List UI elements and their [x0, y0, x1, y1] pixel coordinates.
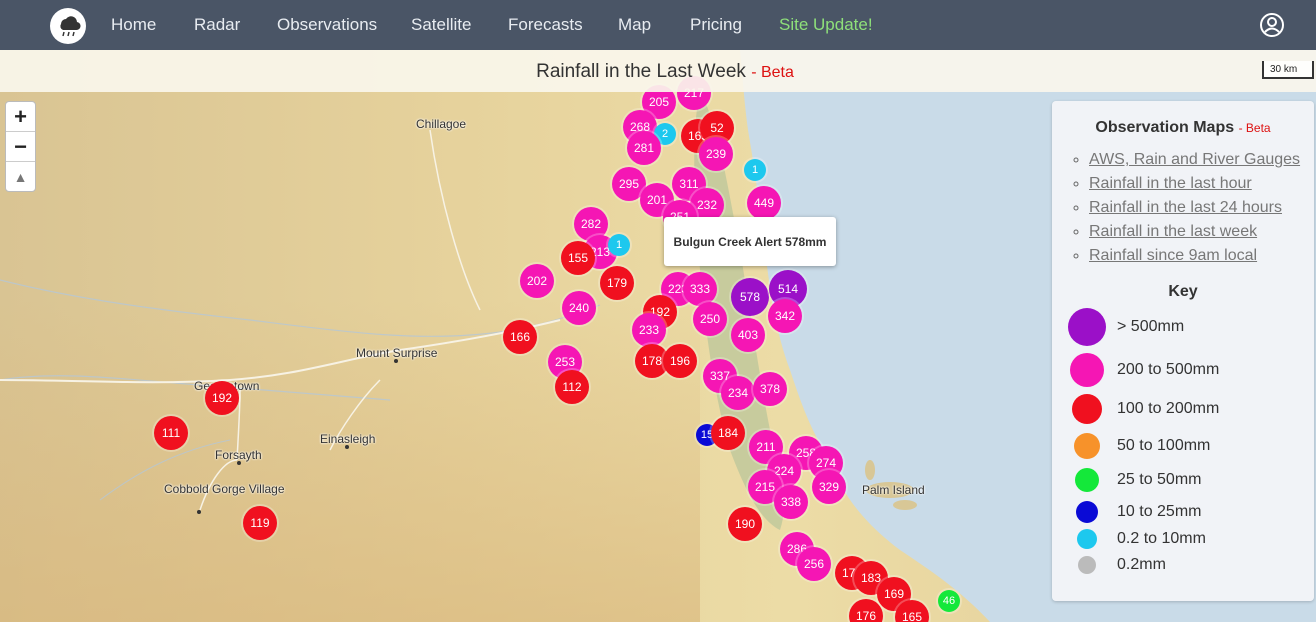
- key-label: 25 to 50mm: [1117, 471, 1202, 488]
- observation-link-item: Rainfall since 9am local: [1089, 247, 1300, 271]
- key-label: > 500mm: [1117, 318, 1185, 335]
- key-row: > 500mm: [1052, 308, 1314, 346]
- place-dot: [237, 461, 241, 465]
- key-row: 0.2mm: [1052, 555, 1314, 575]
- rainfall-marker[interactable]: 46: [938, 590, 960, 612]
- rainfall-marker[interactable]: 578: [731, 278, 769, 316]
- rainfall-marker[interactable]: 378: [753, 372, 787, 406]
- observation-map-link[interactable]: Rainfall since 9am local: [1089, 247, 1257, 264]
- nav-observations[interactable]: Observations: [277, 15, 377, 35]
- reset-north-button[interactable]: ▲: [6, 162, 35, 191]
- key-row: 25 to 50mm: [1052, 468, 1314, 492]
- place-label-palm-island: Palm Island: [862, 483, 925, 497]
- rainfall-marker[interactable]: 119: [243, 506, 277, 540]
- site-logo-icon[interactable]: [50, 8, 86, 44]
- key-swatch: [1078, 556, 1096, 574]
- key-title: Key: [1168, 283, 1198, 300]
- top-nav: Home Radar Observations Satellite Forecasts M…: [0, 0, 1316, 50]
- place-label-forsayth: Forsayth: [215, 448, 262, 462]
- observation-link-item: Rainfall in the last 24 hours: [1089, 199, 1300, 223]
- rainfall-marker[interactable]: 239: [699, 137, 733, 171]
- key-swatch: [1075, 468, 1099, 492]
- panel-title: Observation Maps - Beta: [1095, 119, 1271, 136]
- observation-map-link[interactable]: Rainfall in the last 24 hours: [1089, 199, 1282, 216]
- place-label-einasleigh: Einasleigh: [320, 432, 376, 446]
- rainfall-marker[interactable]: 233: [632, 313, 666, 347]
- key-label: 50 to 100mm: [1117, 437, 1211, 454]
- key-row: 50 to 100mm: [1052, 433, 1314, 459]
- rainfall-marker[interactable]: 179: [600, 266, 634, 300]
- key-label: 200 to 500mm: [1117, 361, 1220, 378]
- key-row: 200 to 500mm: [1052, 353, 1314, 387]
- title-beta-label: - Beta: [751, 64, 794, 81]
- place-label-cobbold-gorge-village: Cobbold Gorge Village: [164, 482, 285, 496]
- key-swatch: [1074, 433, 1100, 459]
- page-title-text: Rainfall in the Last Week: [536, 61, 746, 82]
- rainfall-marker[interactable]: 1: [744, 159, 766, 181]
- observation-link-item: AWS, Rain and River Gauges: [1089, 151, 1300, 175]
- key-swatch: [1072, 394, 1102, 424]
- place-dot: [345, 445, 349, 449]
- observation-map-link[interactable]: Rainfall in the last hour: [1089, 175, 1252, 192]
- key-row: 100 to 200mm: [1052, 394, 1314, 424]
- rainfall-marker[interactable]: 155: [561, 241, 595, 275]
- zoom-in-button[interactable]: +: [6, 102, 35, 132]
- rainfall-marker[interactable]: 338: [774, 485, 808, 519]
- zoom-control: + − ▲: [5, 101, 36, 192]
- observation-map-link[interactable]: AWS, Rain and River Gauges: [1089, 151, 1300, 168]
- rainfall-marker[interactable]: 449: [747, 186, 781, 220]
- key-swatch: [1068, 308, 1106, 346]
- rainfall-marker[interactable]: 166: [503, 320, 537, 354]
- marker-tooltip: Bulgun Creek Alert 578mm: [664, 217, 836, 266]
- key-label: 10 to 25mm: [1117, 503, 1202, 520]
- rainfall-marker[interactable]: 342: [768, 299, 802, 333]
- place-dot: [197, 510, 201, 514]
- rainfall-marker[interactable]: 190: [728, 507, 762, 541]
- rainfall-marker[interactable]: 1: [608, 234, 630, 256]
- rainfall-marker[interactable]: 250: [693, 302, 727, 336]
- place-label-chillagoe: Chillagoe: [416, 117, 467, 131]
- rainfall-marker[interactable]: 202: [520, 264, 554, 298]
- place-label-mount-surprise: Mount Surprise: [356, 346, 438, 360]
- key-label: 100 to 200mm: [1117, 400, 1220, 417]
- nav-satellite[interactable]: Satellite: [411, 15, 471, 35]
- key-swatch: [1076, 501, 1098, 523]
- rainfall-marker[interactable]: 111: [154, 416, 188, 450]
- observation-link-item: Rainfall in the last hour: [1089, 175, 1300, 199]
- title-bar: Rainfall in the Last Week - Beta: [0, 50, 1316, 92]
- nav-map[interactable]: Map: [618, 15, 651, 35]
- rainfall-marker[interactable]: 240: [562, 291, 596, 325]
- key-swatch: [1070, 353, 1104, 387]
- zoom-out-button[interactable]: −: [6, 132, 35, 162]
- key-label: 0.2 to 10mm: [1117, 530, 1206, 547]
- nav-forecasts[interactable]: Forecasts: [508, 15, 583, 35]
- rainfall-marker[interactable]: 256: [797, 547, 831, 581]
- nav-radar[interactable]: Radar: [194, 15, 240, 35]
- page-title: Rainfall in the Last Week - Beta: [0, 61, 1316, 83]
- nav-pricing[interactable]: Pricing: [690, 15, 742, 35]
- rainfall-marker[interactable]: 281: [627, 131, 661, 165]
- rainfall-marker[interactable]: 234: [721, 376, 755, 410]
- key-row: 10 to 25mm: [1052, 501, 1314, 523]
- place-dot: [394, 359, 398, 363]
- key-label: 0.2mm: [1117, 556, 1166, 573]
- rainfall-marker[interactable]: 196: [663, 344, 697, 378]
- panel-beta-label: - Beta: [1238, 121, 1271, 135]
- nav-home[interactable]: Home: [111, 15, 156, 35]
- rainfall-marker[interactable]: 192: [205, 381, 239, 415]
- observation-map-link[interactable]: Rainfall in the last week: [1089, 223, 1257, 240]
- rainfall-marker[interactable]: 112: [555, 370, 589, 404]
- map-scale-bar: 30 km: [1262, 61, 1314, 79]
- observation-map-links: AWS, Rain and River Gauges Rainfall in th…: [1074, 151, 1300, 271]
- rainfall-marker[interactable]: 403: [731, 318, 765, 352]
- rainfall-marker[interactable]: 333: [683, 272, 717, 306]
- observation-link-item: Rainfall in the last week: [1089, 223, 1300, 247]
- rainfall-marker[interactable]: 329: [812, 470, 846, 504]
- observation-maps-panel: Observation Maps - Beta AWS, Rain and Ri…: [1052, 101, 1314, 601]
- key-row: 0.2 to 10mm: [1052, 529, 1314, 549]
- user-account-icon[interactable]: [1259, 12, 1285, 38]
- nav-site-update[interactable]: Site Update!: [779, 15, 873, 35]
- key-swatch: [1077, 529, 1097, 549]
- rainfall-marker[interactable]: 184: [711, 416, 745, 450]
